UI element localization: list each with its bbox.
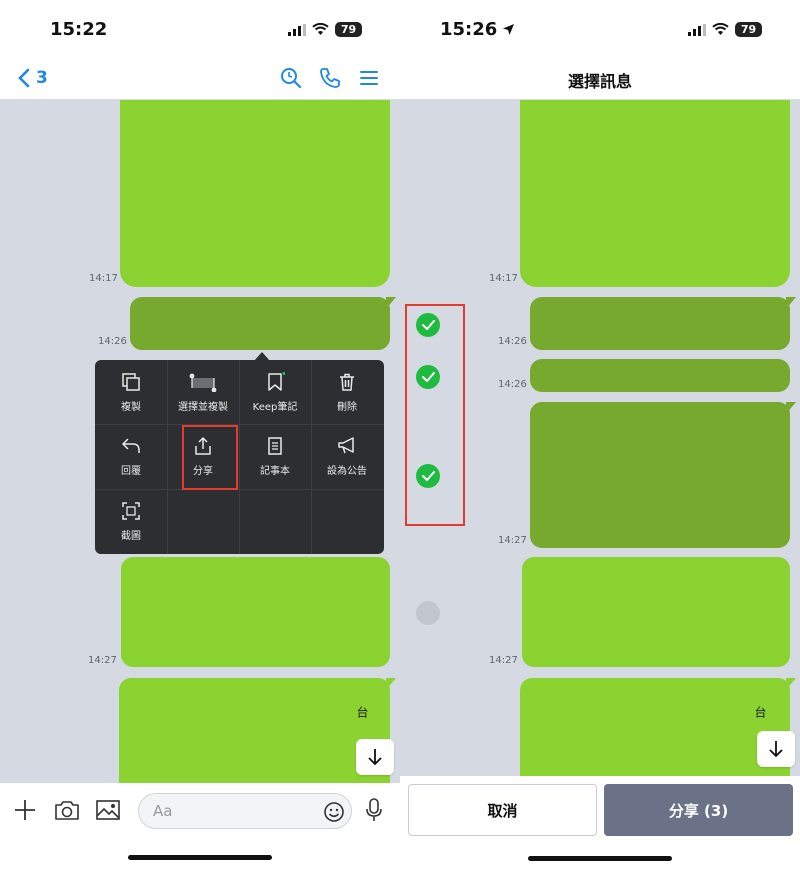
back-button[interactable]: 3 <box>18 68 48 88</box>
message-timestamp: 14:17 <box>489 273 518 284</box>
reply-icon <box>122 437 140 453</box>
select-header: 選擇訊息 <box>400 60 800 100</box>
share-button[interactable]: 分享 (3) <box>604 784 793 836</box>
message-timestamp: 14:17 <box>89 273 118 284</box>
status-time-group: 15:26 <box>440 19 515 40</box>
bubble-text: 台 <box>753 706 767 718</box>
message-bubble[interactable] <box>520 100 790 287</box>
menu-item-delete[interactable]: 刪除 <box>311 360 383 424</box>
scroll-down-button[interactable] <box>356 739 394 775</box>
message-timestamp: 14:27 <box>498 535 527 546</box>
emoji-icon[interactable] <box>323 801 345 823</box>
status-bar: 15:22 79 <box>0 0 400 60</box>
message-bubble[interactable] <box>520 678 790 776</box>
highlight-selected-messages <box>405 304 465 526</box>
message-timestamp: 14:27 <box>88 655 117 666</box>
status-time: 15:26 <box>440 19 498 40</box>
page-title: 選擇訊息 <box>567 72 632 91</box>
menu-item-announce[interactable]: 設為公告 <box>311 424 383 488</box>
message-input[interactable]: Aa <box>138 793 352 829</box>
scroll-down-button[interactable] <box>757 731 795 767</box>
plus-icon[interactable] <box>14 799 36 821</box>
chat-screen-context-menu: 15:22 79 3 14:17 14:26 14:27 台 複製 選擇並複製 … <box>0 0 400 871</box>
message-context-menu: 複製 選擇並複製 Keep筆記 刪除 回覆 分享 記事本 設為公告 截圖 <box>95 360 384 554</box>
bookmark-icon <box>268 371 285 391</box>
screenshot-comparison: 15:22 79 3 14:17 14:26 14:27 台 複製 選擇並複製 … <box>0 0 800 871</box>
notebook-icon <box>268 436 282 455</box>
message-bubble[interactable] <box>121 557 390 667</box>
chevron-left-icon <box>18 68 30 88</box>
message-bubble[interactable] <box>120 100 390 287</box>
message-timestamp: 14:26 <box>498 379 527 390</box>
trash-icon <box>340 373 354 391</box>
camera-icon[interactable] <box>54 799 80 821</box>
menu-item-reply[interactable]: 回覆 <box>95 424 167 488</box>
text-select-icon <box>189 373 217 392</box>
menu-item-label: 刪除 <box>337 401 357 413</box>
battery-icon: 79 <box>335 22 362 37</box>
message-bubble-selected[interactable] <box>530 402 790 548</box>
message-bubble-selected[interactable] <box>530 359 790 392</box>
cellular-signal-icon <box>288 23 306 36</box>
message-timestamp: 14:26 <box>98 336 127 347</box>
bubble-text: 台 <box>355 706 369 718</box>
chat-header: 3 <box>0 60 400 100</box>
message-timestamp: 14:27 <box>489 655 518 666</box>
microphone-icon[interactable] <box>365 798 383 822</box>
bubble-tail <box>786 297 796 309</box>
menu-item-copy[interactable]: 複製 <box>95 360 167 424</box>
home-indicator <box>128 855 272 860</box>
input-placeholder: Aa <box>153 802 173 820</box>
cellular-signal-icon <box>688 23 706 36</box>
menu-item-label: 回覆 <box>121 465 141 477</box>
selection-action-bar: 取消 分享 (3) <box>400 776 800 871</box>
copy-icon <box>122 372 140 391</box>
screenshot-icon <box>122 501 140 520</box>
battery-icon: 79 <box>735 22 762 37</box>
arrow-down-icon <box>368 749 382 766</box>
status-time: 15:22 <box>50 19 108 40</box>
menu-item-screenshot[interactable]: 截圖 <box>95 489 167 553</box>
status-icons: 79 <box>688 22 762 37</box>
status-icons: 79 <box>288 22 362 37</box>
menu-item-select-copy[interactable]: 選擇並複製 <box>167 360 239 424</box>
bubble-tail <box>786 402 796 414</box>
menu-item-label: 記事本 <box>260 465 290 477</box>
highlight-share-option <box>182 425 238 490</box>
menu-icon[interactable] <box>360 69 378 87</box>
menu-item-label: 截圖 <box>121 530 141 542</box>
home-indicator <box>528 856 672 861</box>
wifi-icon <box>712 23 729 35</box>
unselected-checkbox[interactable] <box>416 601 440 625</box>
message-timestamp: 14:26 <box>498 336 527 347</box>
menu-item-label: 設為公告 <box>327 465 367 477</box>
menu-item-keep-note[interactable]: Keep筆記 <box>239 360 311 424</box>
bubble-tail <box>386 297 396 309</box>
message-input-bar: Aa <box>0 783 400 871</box>
arrow-down-icon <box>769 741 783 758</box>
menu-item-label: 選擇並複製 <box>178 401 228 413</box>
image-icon[interactable] <box>96 800 120 820</box>
cancel-button[interactable]: 取消 <box>408 784 597 836</box>
bubble-tail <box>786 678 796 690</box>
message-bubble-selected[interactable] <box>530 297 790 350</box>
bubble-tail <box>386 678 396 690</box>
menu-item-label: 複製 <box>121 401 141 413</box>
megaphone-icon <box>338 436 354 453</box>
menu-item-label: Keep筆記 <box>252 401 298 413</box>
message-bubble[interactable] <box>522 557 790 667</box>
phone-icon[interactable] <box>319 67 341 89</box>
unread-count: 3 <box>36 68 48 88</box>
search-icon[interactable] <box>280 67 302 89</box>
menu-item-notes[interactable]: 記事本 <box>239 424 311 488</box>
wifi-icon <box>312 23 329 35</box>
message-bubble[interactable] <box>119 678 390 783</box>
location-arrow-icon <box>503 24 515 35</box>
status-bar: 15:26 79 <box>400 0 800 60</box>
message-bubble-selected[interactable] <box>130 297 390 350</box>
